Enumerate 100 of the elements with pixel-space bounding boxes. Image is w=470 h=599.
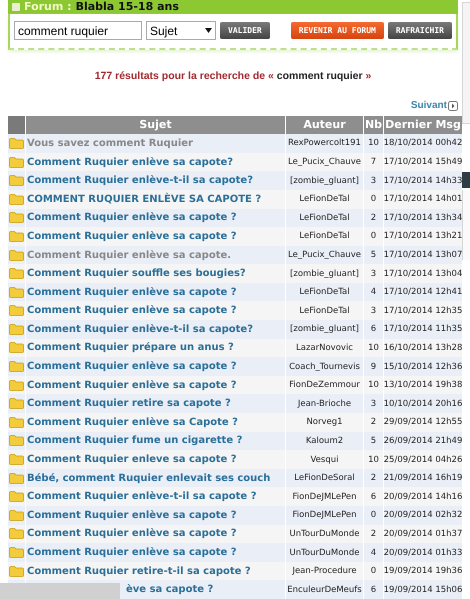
- table-cell: 16/10/2014 13h28: [384, 338, 462, 358]
- table-cell: FionDeZemmour: [286, 376, 363, 394]
- folder-icon: [9, 342, 24, 354]
- table-cell: 17/10/2014 12h35: [384, 301, 462, 320]
- folder-icon: [9, 324, 24, 335]
- table-cell: 4: [364, 543, 383, 562]
- folder-icon: [9, 380, 24, 391]
- table-cell: 2: [364, 413, 383, 432]
- table-cell: 17/10/2014 12h41: [384, 282, 462, 302]
- submit-button[interactable]: VALIDER: [220, 22, 270, 40]
- scope-select[interactable]: Sujet: [146, 21, 216, 40]
- table-cell: [zombie_gluant]: [286, 264, 363, 283]
- table-cell: 20/09/2014 02h32: [384, 506, 462, 525]
- table-cell: 25/09/2014 04h26: [384, 450, 462, 469]
- table-cell: 19/09/2014 19h36: [384, 562, 462, 580]
- collapse-icon[interactable]: [12, 2, 20, 11]
- folder-icon: [9, 472, 24, 484]
- table-cell: 0: [364, 506, 383, 525]
- folder-icon: [9, 286, 24, 298]
- table-cell: Jean-Procedure: [286, 562, 363, 580]
- folder-icon: [9, 156, 24, 168]
- folder-icon: [9, 528, 24, 540]
- folder-icon: [9, 268, 24, 280]
- column-header: Dernier Msg: [384, 116, 462, 134]
- table-cell: Le_Pucix_Chauve: [286, 246, 363, 264]
- table-cell: 6: [364, 487, 383, 506]
- table-cell: 2: [364, 524, 383, 544]
- table-cell: 9: [364, 357, 383, 376]
- table-cell: 18/10/2014 00h42: [384, 134, 462, 153]
- folder-icon: [9, 230, 24, 242]
- header-corner: [8, 116, 25, 134]
- table-cell: 5: [364, 246, 383, 264]
- table-cell: LeFionDeTal: [286, 301, 363, 320]
- forum-label: Forum :: [24, 0, 72, 14]
- folder-icon: [9, 175, 24, 186]
- table-cell: UnTourDuMonde: [286, 543, 363, 562]
- table-cell: EnculeurDeMeufs: [286, 580, 363, 599]
- folder-icon: [9, 435, 24, 446]
- dropdown-caret-icon: [205, 28, 212, 34]
- table-cell: 10/10/2014 20h16: [384, 394, 462, 414]
- table-cell: Kaloum2: [286, 432, 363, 450]
- table-cell: Coach_Tournevis: [286, 357, 363, 376]
- table-cell: LeFionDeSoral: [286, 468, 363, 488]
- table-cell: 19/09/2014 15h06: [384, 580, 462, 599]
- table-cell: 21/09/2014 16h19: [384, 468, 462, 488]
- table-cell: 26/09/2014 21h49: [384, 432, 462, 450]
- back-to-forum-button[interactable]: REVENIR AU FORUM: [290, 22, 384, 40]
- table-cell: 3: [364, 264, 383, 283]
- table-cell: 15/10/2014 12h36: [384, 357, 462, 376]
- column-header: Auteur: [286, 116, 363, 134]
- table-cell: LeFionDeTal: [286, 208, 363, 228]
- sidebar-header: [462, 172, 470, 188]
- folder-icon: [9, 454, 24, 466]
- folder-icon: [9, 305, 24, 316]
- folder-icon: [9, 194, 24, 205]
- table-cell: LazarNovovic: [286, 338, 363, 358]
- table-cell: 20/09/2014 14h16: [384, 487, 462, 506]
- table-cell: 17/10/2014 13h04: [384, 264, 462, 283]
- table-cell: 17/10/2014 14h33: [384, 171, 462, 190]
- table-cell: 10: [364, 134, 383, 153]
- table-cell: 13/10/2014 19h38: [384, 376, 462, 394]
- table-cell: [zombie_gluant]: [286, 320, 363, 339]
- table-cell: LeFionDeTal: [286, 227, 363, 246]
- folder-icon: [9, 250, 24, 260]
- folder-icon: [9, 566, 24, 577]
- table-cell: 29/09/2014 12h55: [384, 413, 462, 432]
- table-cell: FionDeJMLePen: [286, 487, 363, 506]
- table-cell: 4: [364, 282, 383, 302]
- folder-icon: [9, 361, 24, 372]
- table-cell: 10: [364, 338, 383, 358]
- forum-name: Blabla 15-18 ans: [76, 0, 179, 14]
- table-cell: [zombie_gluant]: [286, 171, 363, 190]
- table-cell: 3: [364, 301, 383, 320]
- table-cell: 0: [364, 190, 383, 209]
- table-cell: 17/10/2014 11h35: [384, 320, 462, 339]
- table-cell: Le_Pucix_Chauve: [286, 152, 363, 172]
- table-cell: Norveg1: [286, 413, 363, 432]
- table-cell: 20/09/2014 01h37: [384, 524, 462, 544]
- table-cell: 17/10/2014 15h49: [384, 152, 462, 172]
- folder-icon: [9, 212, 24, 224]
- folder-icon: [9, 138, 24, 149]
- folder-icon: [9, 398, 24, 410]
- table-cell: 20/09/2014 01h33: [384, 543, 462, 562]
- column-header: Nb: [364, 116, 383, 134]
- table-cell: RexPowercolt191: [286, 134, 363, 153]
- table-cell: 0: [364, 227, 383, 246]
- table-cell: 17/10/2014 13h34: [384, 208, 462, 228]
- table-cell: 6: [364, 320, 383, 339]
- table-cell: FionDeJMLePen: [286, 506, 363, 525]
- folder-icon: [9, 491, 24, 502]
- refresh-button[interactable]: RAFRAICHIR: [388, 22, 452, 40]
- next-link[interactable]: Suivant: [410, 100, 458, 112]
- search-field[interactable]: comment ruquier: [14, 21, 142, 40]
- table-cell: 17/10/2014 14h01: [384, 190, 462, 209]
- table-cell: 5: [364, 432, 383, 450]
- table-cell: 3: [364, 171, 383, 190]
- table-cell: 7: [364, 152, 383, 172]
- folder-icon: [9, 547, 24, 558]
- table-cell: LeFionDeTal: [286, 282, 363, 302]
- table-cell: UnTourDuMonde: [286, 524, 363, 544]
